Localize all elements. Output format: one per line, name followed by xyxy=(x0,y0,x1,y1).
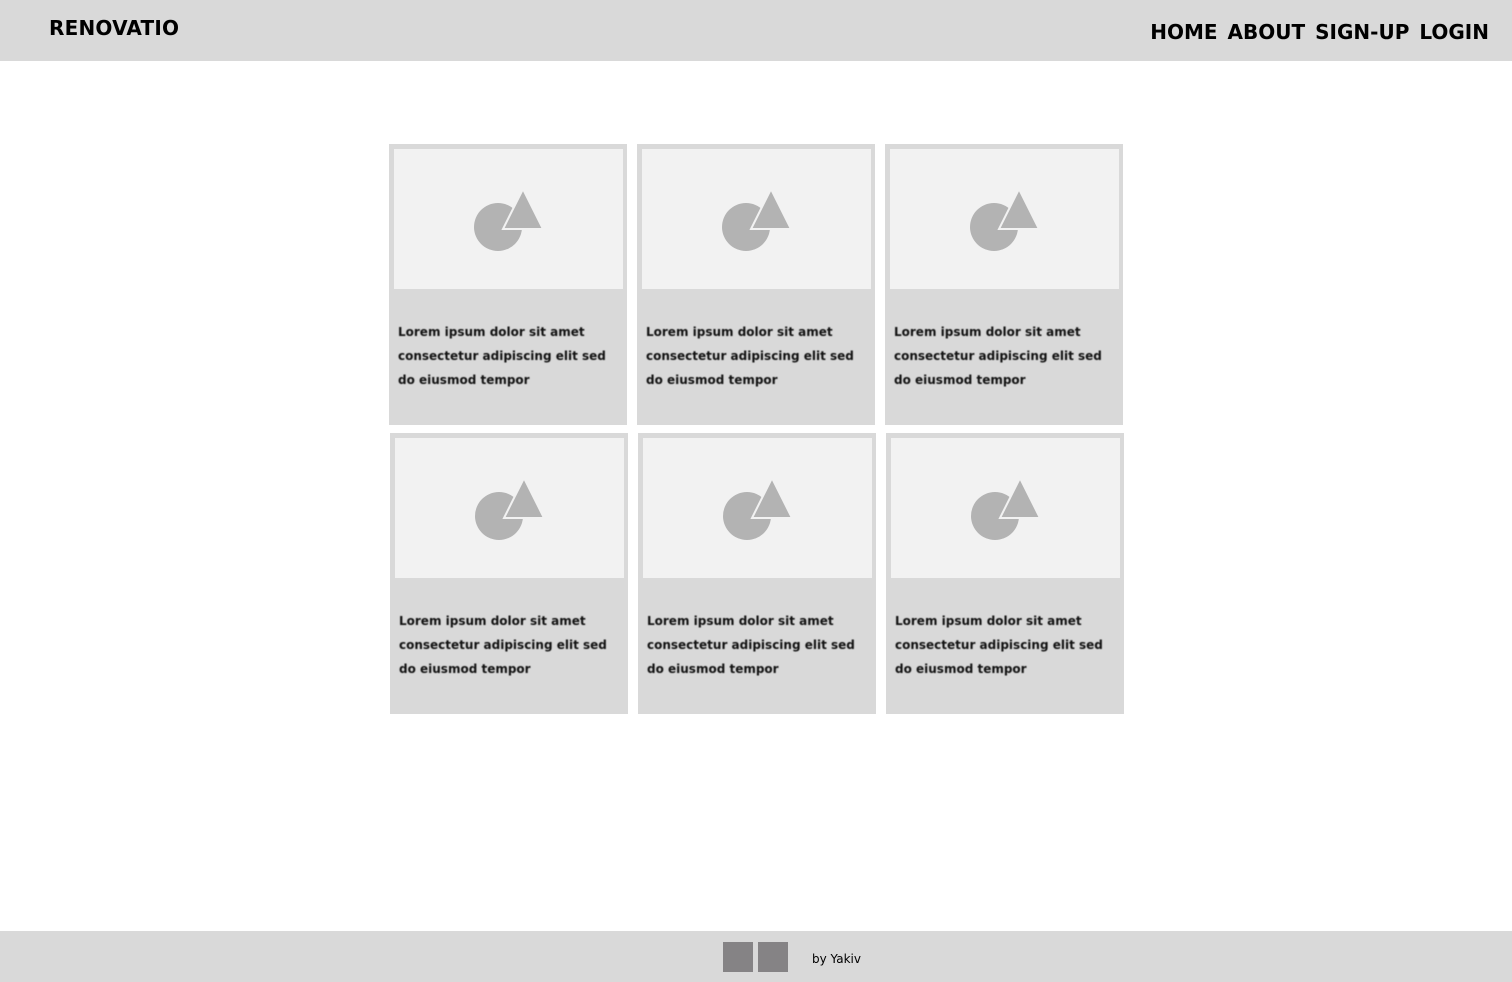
nav-about[interactable]: ABOUT xyxy=(1228,20,1306,44)
card-5[interactable]: Lorem ipsum dolor sit amet consectetur a… xyxy=(638,433,876,714)
card-image xyxy=(642,149,871,289)
brand-logo[interactable]: RENOVATIO xyxy=(49,16,179,40)
image-placeholder-icon xyxy=(970,189,1040,251)
image-placeholder-icon xyxy=(722,189,792,251)
card-3[interactable]: Lorem ipsum dolor sit amet consectetur a… xyxy=(885,144,1123,425)
site-header: RENOVATIO HOME ABOUT SIGN-UP LOGIN xyxy=(0,0,1512,61)
card-text: Lorem ipsum dolor sit amet consectetur a… xyxy=(399,614,607,676)
nav-login[interactable]: LOGIN xyxy=(1419,20,1489,44)
card-image xyxy=(395,438,624,578)
card-2[interactable]: Lorem ipsum dolor sit amet consectetur a… xyxy=(637,144,875,425)
image-placeholder-icon xyxy=(971,478,1041,540)
card-text: Lorem ipsum dolor sit amet consectetur a… xyxy=(398,325,606,387)
site-footer: by Yakiv xyxy=(0,931,1512,982)
card-image xyxy=(891,438,1120,578)
card-6[interactable]: Lorem ipsum dolor sit amet consectetur a… xyxy=(886,433,1124,714)
social-icon-1[interactable] xyxy=(723,942,753,972)
card-text: Lorem ipsum dolor sit amet consectetur a… xyxy=(895,614,1103,676)
main-nav: HOME ABOUT SIGN-UP LOGIN xyxy=(1150,20,1489,44)
card-image xyxy=(394,149,623,289)
footer-credit: by Yakiv xyxy=(812,952,861,966)
card-text: Lorem ipsum dolor sit amet consectetur a… xyxy=(894,325,1102,387)
social-icon-2[interactable] xyxy=(758,942,788,972)
image-placeholder-icon xyxy=(723,478,793,540)
card-4[interactable]: Lorem ipsum dolor sit amet consectetur a… xyxy=(390,433,628,714)
image-placeholder-icon xyxy=(475,478,545,540)
card-image xyxy=(643,438,872,578)
nav-sign-up[interactable]: SIGN-UP xyxy=(1315,20,1409,44)
nav-home[interactable]: HOME xyxy=(1150,20,1217,44)
card-1[interactable]: Lorem ipsum dolor sit amet consectetur a… xyxy=(389,144,627,425)
card-text: Lorem ipsum dolor sit amet consectetur a… xyxy=(647,614,855,676)
card-text: Lorem ipsum dolor sit amet consectetur a… xyxy=(646,325,854,387)
card-image xyxy=(890,149,1119,289)
image-placeholder-icon xyxy=(474,189,544,251)
